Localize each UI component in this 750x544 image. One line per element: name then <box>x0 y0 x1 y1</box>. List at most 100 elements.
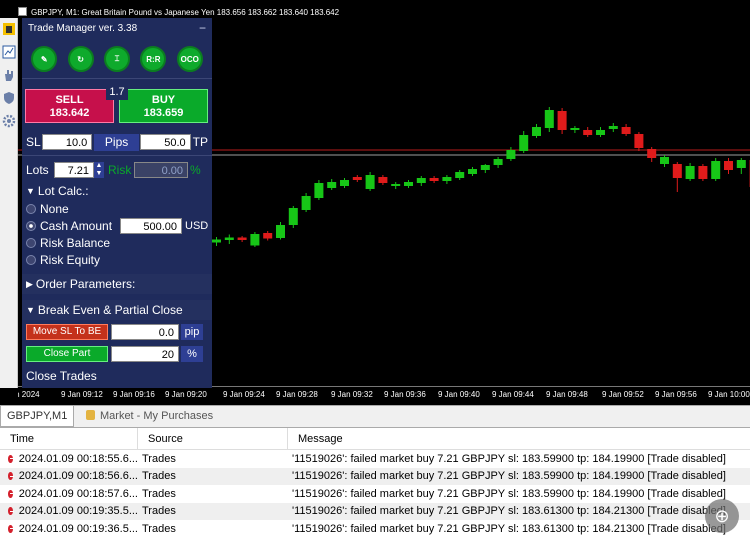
lot-calc-header[interactable]: ▼ Lot Calc.: <box>22 182 212 200</box>
sell-button[interactable]: SELL 183.642 <box>25 89 114 123</box>
candle-body <box>391 184 401 186</box>
candle-body <box>352 177 362 180</box>
candle-body <box>685 166 695 179</box>
lots-row: Lots 7.21 ▲ ▼ Risk 0.00 % <box>22 158 212 182</box>
lot-calc-option-none[interactable]: None <box>22 200 212 217</box>
candle-body <box>711 161 721 179</box>
time-tick-label: 9 Jan 10:00 <box>708 390 750 399</box>
center-button[interactable]: ⌶ <box>103 46 130 72</box>
candle <box>288 206 298 228</box>
move-sl-be-button[interactable]: Move SL To BE <box>26 324 108 340</box>
log-row[interactable]: 2024.01.09 00:18:57.6... Trades '1151902… <box>0 485 750 503</box>
candle-body <box>519 135 529 151</box>
candle-body <box>224 237 234 240</box>
time-tick-label: 9 Jan 09:36 <box>384 390 426 399</box>
candle <box>301 193 311 212</box>
chart-tabs: GBPJPY,M1 Market - My Purchases <box>0 405 750 427</box>
lot-calc-option-risk-equity[interactable]: Risk Equity <box>22 251 212 268</box>
zoom-in-icon[interactable]: ⊕ <box>705 499 739 533</box>
radio-selected-icon <box>26 220 36 231</box>
order-params-header[interactable]: ▶ Order Parameters: <box>22 274 212 294</box>
close-part-button[interactable]: Close Part <box>26 346 108 362</box>
candle <box>596 127 605 137</box>
log-row[interactable]: 2024.01.09 00:18:56.6... Trades '1151902… <box>0 467 750 485</box>
candle <box>647 147 657 162</box>
error-icon <box>8 472 14 481</box>
sl-input[interactable]: 10.0 <box>41 134 93 150</box>
move-sl-input[interactable]: 0.0 <box>111 324 179 340</box>
reverse-button[interactable]: ↻ <box>67 46 94 72</box>
log-row[interactable]: 2024.01.09 00:19:36.5... Trades '1151902… <box>0 520 750 538</box>
column-source[interactable]: Source <box>138 428 288 450</box>
sell-price: 183.642 <box>49 107 90 119</box>
candle <box>442 175 452 184</box>
expand-arrow-icon: ▶ <box>26 278 33 289</box>
error-icon <box>8 489 14 498</box>
candle-body <box>532 127 541 136</box>
candle-body <box>429 178 439 181</box>
candle-body <box>250 234 260 246</box>
candle-body <box>288 208 298 225</box>
hand-icon[interactable] <box>2 68 16 82</box>
shield-icon[interactable] <box>2 91 16 105</box>
column-message[interactable]: Message <box>288 428 750 450</box>
candle <box>404 180 413 188</box>
close-trades-header[interactable]: Close Trades <box>22 369 212 383</box>
candle <box>736 158 746 174</box>
lot-calc-option-cash[interactable]: Cash Amount 500.00 USD <box>22 217 212 234</box>
pips-button[interactable]: Pips <box>94 133 139 151</box>
candle <box>352 175 362 182</box>
candle-body <box>314 183 324 198</box>
close-part-input[interactable]: 20 <box>111 346 179 362</box>
buy-price: 183.659 <box>143 107 184 119</box>
settings-icon[interactable] <box>2 114 16 128</box>
algo-trading-icon[interactable] <box>2 22 16 36</box>
panel-header: Trade Manager ver. 3.38 − <box>22 18 212 38</box>
lots-spin-icon[interactable]: ▲ ▼ <box>94 162 104 178</box>
time-axis: 9 Jan 2024 9 Jan 09:12 9 Jan 09:16 9 Jan 09… <box>18 386 750 403</box>
risk-reward-button[interactable]: R:R <box>140 46 167 72</box>
candle <box>685 163 695 181</box>
market-icon <box>86 410 95 420</box>
candle-body <box>583 130 593 135</box>
minimize-button[interactable]: − <box>199 21 206 35</box>
candle-body <box>647 149 657 158</box>
log-row[interactable]: 2024.01.09 00:19:35.5... Trades '1151902… <box>0 502 750 520</box>
tab-gbpjpy[interactable]: GBPJPY,M1 <box>0 406 75 427</box>
candle-body <box>468 169 477 174</box>
candle-body <box>416 178 426 183</box>
risk-label: Risk <box>108 163 132 177</box>
time-tick-label: 9 Jan 09:48 <box>546 390 588 399</box>
column-time[interactable]: Time <box>0 428 138 450</box>
symbol-icon <box>18 7 27 16</box>
lot-calc-option-risk-balance[interactable]: Risk Balance <box>22 234 212 251</box>
sell-label: SELL <box>55 94 84 106</box>
candle <box>724 158 733 174</box>
log-row[interactable]: 2024.01.09 00:18:55.6... Trades '1151902… <box>0 450 750 468</box>
candle <box>519 131 529 153</box>
buy-button[interactable]: BUY 183.659 <box>119 89 208 123</box>
candle-body <box>672 164 682 178</box>
collapse-arrow-icon: ▼ <box>26 186 35 196</box>
oco-button[interactable]: OCO <box>176 46 203 72</box>
tp-input[interactable]: 50.0 <box>139 134 191 150</box>
candle <box>698 164 708 181</box>
candle-body <box>442 177 452 181</box>
chart-icon[interactable] <box>2 45 16 59</box>
candle <box>455 170 465 180</box>
candle <box>468 167 477 176</box>
journal-log: Time Source Message 2024.01.09 00:18:55.… <box>0 427 750 544</box>
error-icon <box>8 524 14 533</box>
risk-input[interactable]: 0.00 <box>134 162 188 178</box>
lots-input[interactable]: 7.21 <box>54 162 94 178</box>
cash-amount-input[interactable]: 500.00 <box>120 217 182 234</box>
break-even-header[interactable]: ▼ Break Even & Partial Close <box>22 300 212 320</box>
candle <box>212 237 221 246</box>
time-tick-label: 9 Jan 09:56 <box>655 390 697 399</box>
candle-body <box>493 159 503 165</box>
candle-body <box>621 127 631 134</box>
buy-label: BUY <box>151 94 176 106</box>
tab-market-purchases[interactable]: Market - My Purchases <box>80 406 219 427</box>
candle-body <box>724 161 733 170</box>
edit-button[interactable]: ✎ <box>31 46 58 72</box>
